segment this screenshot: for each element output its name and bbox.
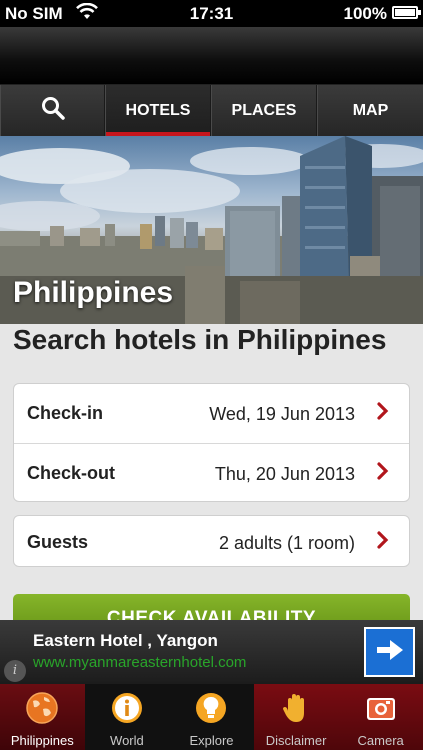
ad-banner[interactable]: Eastern Hotel , Yangon www.myanmareaster… [0,620,423,684]
tab-search[interactable] [0,85,105,136]
wifi-icon [76,2,98,26]
nav-label: Philippines [10,733,74,748]
arrow-right-icon [376,639,404,666]
chevron-right-icon [377,462,389,486]
check-in-value: Wed, 19 Jun 2013 [209,404,355,424]
tab-hotels-label: HOTELS [125,101,191,119]
nav-camera[interactable]: Camera [338,684,423,750]
app-header [0,27,423,85]
guests-row[interactable]: Guests 2 adults (1 room) [14,516,409,568]
top-tab-bar: HOTELS PLACES MAP [0,85,423,136]
guests-card: Guests 2 adults (1 room) [13,515,410,567]
nav-disclaimer[interactable]: Disclaimer [253,684,339,750]
check-out-value: Thu, 20 Jun 2013 [214,464,355,484]
check-out-row[interactable]: Check-out Thu, 20 Jun 2013 [14,444,409,503]
nav-explore[interactable]: Explore [169,684,254,750]
guests-value: 2 adults (1 room) [218,533,355,553]
info-icon [109,690,145,726]
search-icon [41,96,65,125]
hero-title: Philippines [13,276,174,309]
tab-map[interactable]: MAP [317,85,423,136]
ad-arrow-button[interactable] [364,627,415,677]
tab-map-label: MAP [352,101,389,119]
hero-image: Philippines [0,136,423,324]
check-in-label: Check-in [27,403,104,423]
nav-label: Camera [357,733,404,748]
check-in-row[interactable]: Check-in Wed, 19 Jun 2013 [14,384,409,443]
nav-world[interactable]: World [85,684,170,750]
globe-icon [24,690,60,726]
ad-title: Eastern Hotel , Yangon [33,631,218,650]
nav-label: Disclaimer [265,733,327,748]
hand-icon [278,690,314,726]
guests-label: Guests [27,532,89,552]
nav-label: Explore [189,733,234,748]
nav-philippines[interactable]: Philippines [0,684,85,750]
dates-card: Check-in Wed, 19 Jun 2013 Check-out Thu,… [13,383,410,502]
check-out-label: Check-out [27,463,116,483]
battery-percent: 100% [343,4,387,23]
tab-hotels[interactable]: HOTELS [105,85,211,136]
ad-url[interactable]: www.myanmareasternhotel.com [33,654,246,671]
lightbulb-icon [193,690,229,726]
camera-icon [363,690,399,726]
chevron-right-icon [377,402,389,426]
tab-places-label: PLACES [231,101,297,119]
nav-label: World [110,733,144,748]
page-title: Search hotels in Philippines [13,324,387,355]
battery-icon [392,6,421,19]
chevron-right-icon [377,531,389,555]
search-form: Search hotels in Philippines Check-in We… [0,324,423,620]
carrier-label: No SIM [5,4,63,23]
bottom-tab-bar: Philippines World Explore Disclaimer Cam… [0,684,423,750]
info-icon[interactable]: i [4,660,26,682]
check-availability-button[interactable]: CHECK AVAILABILITY [13,594,410,620]
tab-places[interactable]: PLACES [211,85,317,136]
status-bar: No SIM 17:31 100% [0,0,423,27]
